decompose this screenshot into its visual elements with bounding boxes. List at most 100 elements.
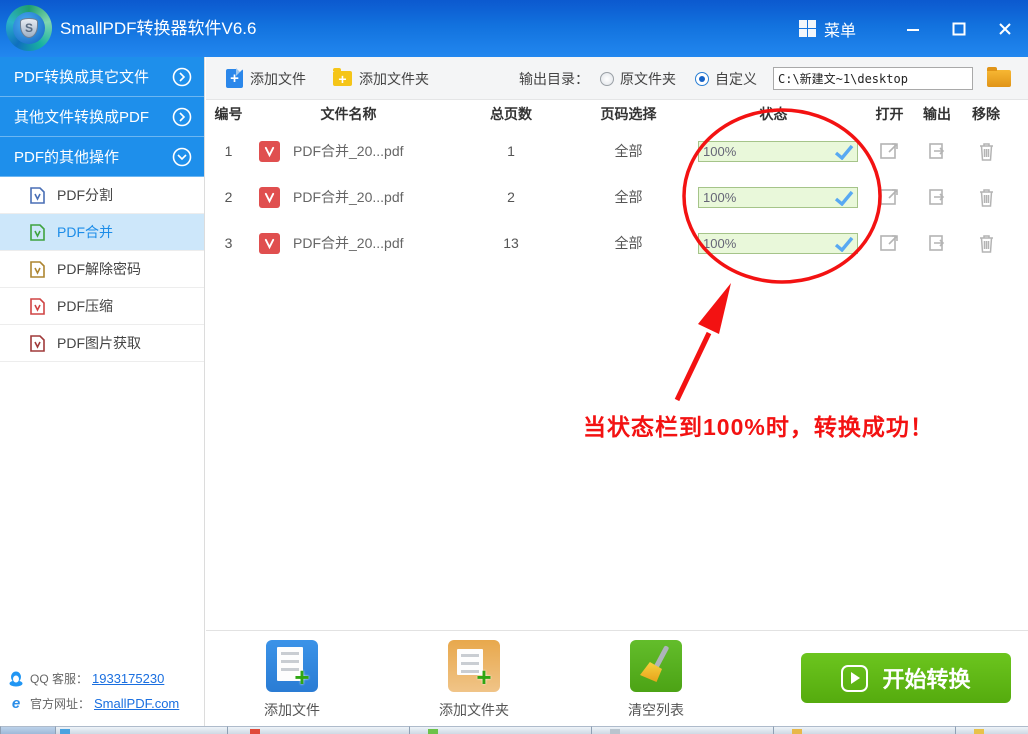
add-file-icon: + — [226, 69, 243, 88]
open-file-button[interactable] — [879, 232, 901, 254]
sidebar-item-pdf-split[interactable]: PDF分割 — [0, 177, 204, 214]
check-icon — [834, 236, 854, 252]
chevron-right-circle-icon — [172, 107, 192, 127]
delete-button[interactable] — [977, 233, 996, 254]
row-number: 1 — [206, 143, 251, 159]
check-icon — [834, 144, 854, 160]
minimize-icon — [906, 22, 920, 36]
sidebar-item-pdf-merge[interactable]: PDF合并 — [0, 214, 204, 251]
radio-original-folder[interactable]: 原文件夹 — [600, 57, 676, 100]
close-icon — [998, 22, 1012, 36]
sidebar-section-other-to-pdf[interactable]: 其他文件转换成PDF — [0, 97, 204, 137]
start-convert-button[interactable]: 开始转换 — [801, 653, 1011, 703]
add-file-button[interactable]: + 添加文件 — [226, 57, 306, 100]
col-header-no: 编号 — [206, 104, 251, 124]
radio-original-label: 原文件夹 — [620, 69, 676, 89]
progress-bar: 100% — [698, 233, 858, 254]
menu-button[interactable]: 菜单 — [799, 17, 856, 41]
add-file-label: 添加文件 — [250, 69, 306, 89]
chevron-right-circle-icon — [172, 67, 192, 87]
clear-list-button[interactable]: 清空列表 — [611, 640, 701, 720]
progress-bar: 100% — [698, 141, 858, 162]
sidebar-item-pdf-compress[interactable]: PDF压缩 — [0, 288, 204, 325]
pdf-doc-icon — [30, 298, 45, 315]
table-row[interactable]: 1 PDF合并_20...pdf 1 全部 100% — [206, 128, 1028, 174]
file-name: PDF合并_20...pdf — [293, 187, 404, 207]
pdf-file-icon — [259, 233, 280, 254]
output-dir-label: 输出目录： — [519, 57, 589, 100]
add-file-big-button[interactable]: + 添加文件 — [247, 640, 337, 720]
qq-number-link[interactable]: 1933175230 — [92, 671, 164, 686]
col-header-range: 页码选择 — [576, 104, 681, 124]
pdf-file-icon — [259, 187, 280, 208]
qq-icon — [8, 671, 24, 687]
sidebar-section-pdf-other-ops[interactable]: PDF的其他操作 — [0, 137, 204, 177]
check-icon — [834, 190, 854, 206]
menu-label: 菜单 — [824, 17, 856, 41]
radio-unselected-icon — [600, 72, 614, 86]
add-folder-label: 添加文件夹 — [359, 69, 429, 89]
delete-button[interactable] — [977, 187, 996, 208]
col-header-status: 状态 — [681, 104, 866, 124]
sidebar-item-pdf-remove-password[interactable]: PDF解除密码 — [0, 251, 204, 288]
open-output-button[interactable] — [927, 233, 947, 253]
browser-e-icon: e — [8, 696, 24, 712]
col-header-pages: 总页数 — [446, 104, 576, 124]
taskbar-strip[interactable] — [0, 726, 1028, 734]
add-folder-big-button[interactable]: + 添加文件夹 — [429, 640, 519, 720]
table-header: 编号 文件名称 总页数 页码选择 状态 打开 输出 移除 — [206, 100, 1028, 128]
add-folder-big-icon: + — [448, 640, 500, 692]
pdf-file-icon — [259, 141, 280, 162]
browse-folder-button[interactable] — [985, 66, 1013, 90]
minimize-button[interactable] — [890, 0, 936, 57]
qq-label: QQ 客服： — [30, 670, 88, 687]
close-button[interactable] — [982, 0, 1028, 57]
col-header-open: 打开 — [866, 104, 913, 124]
sidebar: PDF转换成其它文件 其他文件转换成PDF PDF的其他操作 PDF分割 PDF… — [0, 57, 205, 726]
toolbar: + 添加文件 + 添加文件夹 输出目录： 原文件夹 自定义 — [206, 57, 1028, 100]
open-output-button[interactable] — [927, 187, 947, 207]
add-folder-button[interactable]: + 添加文件夹 — [333, 57, 429, 100]
site-label: 官方网址： — [30, 695, 90, 712]
sidebar-item-label: PDF压缩 — [57, 296, 113, 316]
page-range: 全部 — [576, 141, 681, 161]
col-header-output: 输出 — [913, 104, 961, 124]
section-label: PDF的其他操作 — [14, 146, 172, 167]
app-logo-icon: S — [6, 5, 52, 51]
play-icon — [841, 665, 868, 692]
open-file-button[interactable] — [879, 186, 901, 208]
add-folder-big-label: 添加文件夹 — [429, 700, 519, 720]
open-output-button[interactable] — [927, 141, 947, 161]
clear-list-icon — [630, 640, 682, 692]
col-header-filename: 文件名称 — [251, 104, 446, 124]
file-name: PDF合并_20...pdf — [293, 233, 404, 253]
output-path-input[interactable] — [773, 67, 973, 90]
section-label: PDF转换成其它文件 — [14, 66, 172, 87]
row-number: 3 — [206, 235, 251, 251]
menu-grid-icon — [799, 20, 816, 37]
file-name: PDF合并_20...pdf — [293, 141, 404, 161]
folder-icon — [987, 70, 1011, 87]
sidebar-item-label: PDF图片获取 — [57, 333, 141, 353]
radio-custom[interactable]: 自定义 — [695, 57, 757, 100]
add-file-big-icon: + — [266, 640, 318, 692]
delete-button[interactable] — [977, 141, 996, 162]
sidebar-section-pdf-to-other[interactable]: PDF转换成其它文件 — [0, 57, 204, 97]
sidebar-item-pdf-extract-images[interactable]: PDF图片获取 — [0, 325, 204, 362]
open-file-button[interactable] — [879, 140, 901, 162]
col-header-remove: 移除 — [961, 104, 1011, 124]
add-file-big-label: 添加文件 — [247, 700, 337, 720]
title-bar: S SmallPDF转换器软件V6.6 菜单 — [0, 0, 1028, 57]
table-row[interactable]: 2 PDF合并_20...pdf 2 全部 100% — [206, 174, 1028, 220]
page-range: 全部 — [576, 233, 681, 253]
maximize-icon — [952, 22, 966, 36]
row-number: 2 — [206, 189, 251, 205]
clear-list-label: 清空列表 — [611, 700, 701, 720]
radio-selected-icon — [695, 72, 709, 86]
site-link[interactable]: SmallPDF.com — [94, 696, 179, 711]
page-count: 2 — [446, 189, 576, 205]
page-count: 13 — [446, 235, 576, 251]
maximize-button[interactable] — [936, 0, 982, 57]
table-row[interactable]: 3 PDF合并_20...pdf 13 全部 100% — [206, 220, 1028, 266]
pdf-doc-icon — [30, 187, 45, 204]
